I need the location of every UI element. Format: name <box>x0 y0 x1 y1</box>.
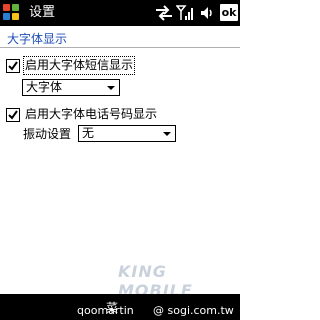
sms-large-font-checkbox[interactable]: 启用大字体短信显示 <box>6 56 156 75</box>
connectivity-icon[interactable] <box>154 5 174 21</box>
checkmark-icon <box>8 110 18 120</box>
chevron-down-icon <box>163 132 171 136</box>
ok-button[interactable]: ok <box>220 4 238 21</box>
windows-start-icon[interactable] <box>3 4 20 21</box>
vibrate-select[interactable]: 无 <box>78 125 176 142</box>
credit-site: @ sogi.com.tw <box>153 304 234 317</box>
chevron-down-icon <box>107 86 115 90</box>
section-divider <box>0 47 240 48</box>
section-header: 大字体显示 <box>7 32 68 46</box>
signal-icon[interactable] <box>176 5 194 21</box>
phone-large-font-label: 启用大字体电话号码显示 <box>25 107 158 121</box>
status-bar: 设置 ok <box>0 0 240 26</box>
page-title: 设置 <box>29 5 56 20</box>
font-size-select[interactable]: 大字体 <box>22 79 120 96</box>
checkbox-box[interactable] <box>6 108 20 122</box>
phone-large-font-checkbox[interactable]: 启用大字体电话号码显示 <box>6 107 186 123</box>
vibrate-value: 无 <box>82 126 95 140</box>
checkbox-box[interactable] <box>6 59 20 73</box>
credit-author: qoomartin <box>77 304 134 317</box>
sms-large-font-label: 启用大字体短信显示 <box>22 56 136 75</box>
vibrate-setting-label: 振动设置 <box>23 127 72 141</box>
checkmark-icon <box>8 61 18 71</box>
font-size-value: 大字体 <box>26 80 63 94</box>
volume-icon[interactable] <box>199 5 215 21</box>
